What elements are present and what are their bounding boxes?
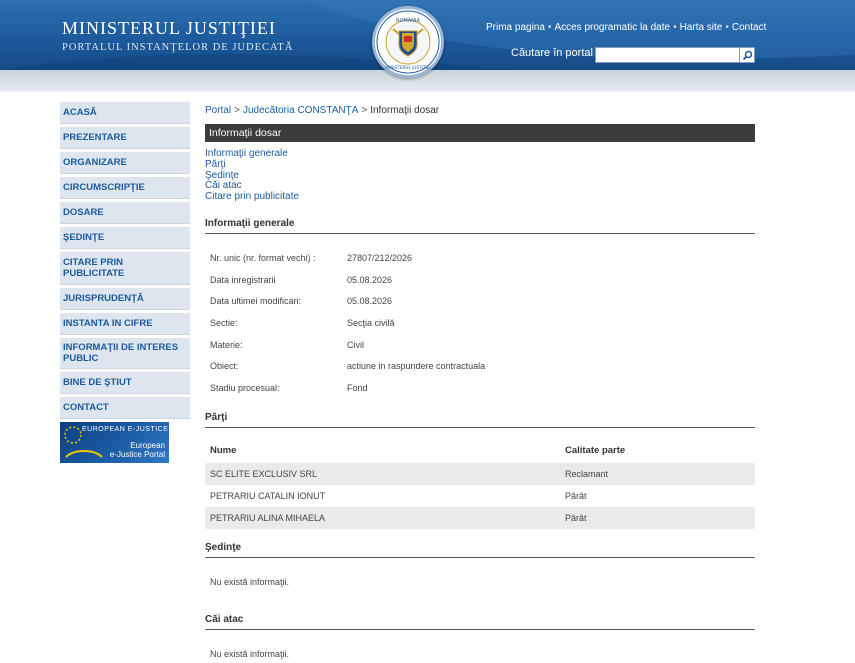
sidebar-item-good-to-know[interactable]: BINE DE ŞTIUT bbox=[60, 372, 190, 394]
breadcrumb-current: Informaţii dosar bbox=[370, 105, 440, 116]
breadcrumb-court[interactable]: Judecătoria CONSTANŢA bbox=[243, 105, 358, 116]
info-label: Sectie: bbox=[210, 318, 238, 328]
search-button[interactable] bbox=[740, 47, 755, 63]
emblem-top-text: ROMANIA bbox=[396, 18, 420, 24]
info-value: actiune in raspundere contractuala bbox=[347, 361, 486, 371]
column-header-name: Nume bbox=[210, 445, 237, 456]
page-title-bar: Informaţii dosar bbox=[205, 124, 755, 142]
top-link-separator: • bbox=[673, 22, 677, 33]
sidebar-item-files[interactable]: DOSARE bbox=[60, 202, 190, 224]
sidebar-item-presentation[interactable]: PREZENTARE bbox=[60, 127, 190, 149]
party-name: PETRARIU CATALIN IONUT bbox=[210, 491, 326, 501]
table-row: PETRARIU ALINA MIHAELA Pârât bbox=[205, 507, 755, 529]
info-label: Data inregistrarii bbox=[210, 275, 276, 285]
party-name: SC ELITE EXCLUSIV SRL bbox=[210, 469, 318, 479]
section-heading-appeals: Căi atac bbox=[205, 614, 755, 630]
info-value: 05.08.2026 bbox=[347, 296, 393, 306]
sessions-empty-message: Nu există informaţii. bbox=[210, 577, 290, 587]
top-link-home[interactable]: Prima pagina bbox=[486, 22, 545, 33]
site-title[interactable]: MINISTERUL JUSTIŢIEI bbox=[62, 18, 276, 39]
table-of-contents: Informaţii generale Părţi Şedinţe Căi at… bbox=[205, 148, 299, 203]
sidebar-item-court-statistics[interactable]: INSTANTA IN CIFRE bbox=[60, 313, 190, 335]
party-role: Reclamant bbox=[565, 469, 609, 479]
section-heading-general-info: Informaţii generale bbox=[205, 218, 755, 234]
table-row: PETRARIU CATALIN IONUT Pârât bbox=[205, 485, 755, 507]
info-value: Secţia civilă bbox=[347, 318, 395, 328]
sidebar-item-contact[interactable]: CONTACT bbox=[60, 397, 190, 419]
top-link-contact[interactable]: Contact bbox=[732, 22, 766, 33]
toc-link-public-summons[interactable]: Citare prin publicitate bbox=[205, 191, 299, 203]
sidebar-item-organization[interactable]: ORGANIZARE bbox=[60, 152, 190, 174]
scales-of-justice-icon bbox=[65, 450, 103, 458]
top-navigation: Prima pagina • Acces programatic la date • H… bbox=[486, 22, 766, 33]
toc-link-parties[interactable]: Părţi bbox=[205, 159, 299, 171]
top-link-separator: • bbox=[547, 22, 552, 33]
info-label: Data ultimei modificari: bbox=[210, 296, 302, 306]
site-subtitle: PORTALUL INSTANŢELOR DE JUDECATĂ bbox=[62, 42, 294, 53]
party-role: Pârât bbox=[565, 491, 587, 501]
sidebar-item-home[interactable]: ACASĂ bbox=[60, 102, 190, 124]
section-heading-parties: Părţi bbox=[205, 412, 755, 428]
search-icon bbox=[742, 50, 753, 61]
main-content: Portal > Judecătoria CONSTANŢA > Informaţii … bbox=[205, 105, 755, 659]
column-header-role: Calitate parte bbox=[565, 445, 626, 456]
party-role: Pârât bbox=[565, 513, 587, 523]
info-label: Stadiu procesual: bbox=[210, 383, 280, 393]
breadcrumb-separator: > bbox=[361, 105, 368, 116]
sidebar-item-public-summons[interactable]: CITARE PRIN PUBLICITATE bbox=[60, 252, 190, 285]
info-value: 27807/212/2026 bbox=[347, 253, 413, 263]
info-label: Nr. unic (nr. format vechi) : bbox=[210, 253, 316, 263]
appeals-empty-message: Nu există informaţii. bbox=[210, 649, 290, 659]
info-value: 05.08.2026 bbox=[347, 275, 393, 285]
info-value: Civil bbox=[347, 340, 364, 350]
emblem-bottom-text: MINISTERUL JUSTIŢIEI bbox=[385, 65, 430, 70]
top-link-sitemap[interactable]: Harta site bbox=[680, 22, 723, 33]
eu-stars-icon bbox=[64, 426, 82, 444]
search-input[interactable] bbox=[595, 47, 740, 63]
coat-of-arms-icon: ROMANIA MINISTERUL JUSTIŢIEI bbox=[376, 10, 440, 74]
table-row: SC ELITE EXCLUSIV SRL Reclamant bbox=[205, 463, 755, 485]
section-heading-sessions: Şedinţe bbox=[205, 542, 755, 558]
info-label: Obiect: bbox=[210, 361, 239, 371]
ministry-emblem[interactable]: ROMANIA MINISTERUL JUSTIŢIEI bbox=[372, 6, 444, 78]
ejustice-banner-title: EUROPEAN E-JUSTICE bbox=[82, 426, 169, 433]
sidebar-menu: ACASĂ PREZENTARE ORGANIZARE CIRCUMSCRIPŢ… bbox=[60, 102, 190, 463]
sidebar-item-jurisdiction[interactable]: CIRCUMSCRIPŢIE bbox=[60, 177, 190, 199]
sidebar-item-sessions[interactable]: ŞEDINŢE bbox=[60, 227, 190, 249]
sidebar-item-case-law[interactable]: JURISPRUDENŢĂ bbox=[60, 288, 190, 310]
party-name: PETRARIU ALINA MIHAELA bbox=[210, 513, 326, 523]
breadcrumb: Portal > Judecătoria CONSTANŢA > Informaţii … bbox=[205, 105, 755, 119]
ejustice-line-1: European bbox=[130, 441, 165, 450]
search-label: Căutare în portal bbox=[511, 47, 593, 59]
breadcrumb-portal[interactable]: Portal bbox=[205, 105, 231, 116]
ejustice-line-2: e-Justice Portal bbox=[109, 450, 165, 459]
top-link-api[interactable]: Acces programatic la date bbox=[554, 22, 670, 33]
breadcrumb-separator: > bbox=[234, 105, 240, 116]
info-label: Materie: bbox=[210, 340, 243, 350]
info-value: Fond bbox=[347, 383, 368, 393]
top-link-separator: • bbox=[725, 22, 729, 33]
sidebar-item-public-information[interactable]: INFORMAŢII DE INTERES PUBLIC bbox=[60, 338, 190, 369]
ejustice-banner-caption: European e-Justice Portal bbox=[110, 441, 165, 459]
ejustice-portal-banner[interactable]: EUROPEAN E-JUSTICE European e-Justice Por… bbox=[60, 422, 169, 463]
